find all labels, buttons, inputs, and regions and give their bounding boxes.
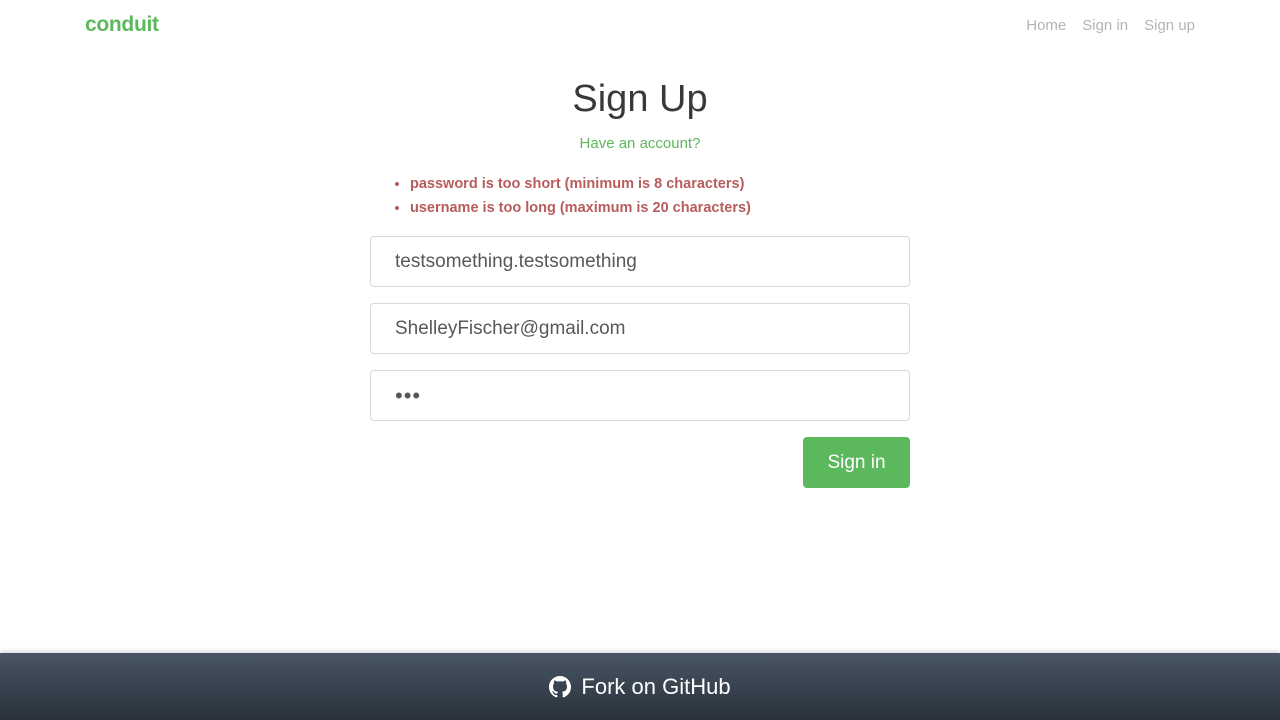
nav-link-sign-up[interactable]: Sign up: [1144, 17, 1195, 34]
github-icon: [549, 675, 572, 698]
brand-logo-link[interactable]: conduit: [85, 13, 159, 37]
nav-links: Home Sign in Sign up: [1026, 17, 1195, 34]
page-title: Sign Up: [572, 78, 708, 120]
nav-link-sign-in[interactable]: Sign in: [1082, 17, 1128, 34]
error-message: username is too long (maximum is 20 char…: [410, 198, 910, 222]
fork-on-github-link[interactable]: Fork on GitHub: [0, 653, 1280, 720]
error-messages: password is too short (minimum is 8 char…: [370, 174, 910, 222]
sign-in-button[interactable]: Sign in: [803, 437, 910, 488]
have-account-link[interactable]: Have an account?: [0, 135, 1280, 152]
navbar: conduit Home Sign in Sign up: [0, 0, 1280, 56]
error-message: password is too short (minimum is 8 char…: [410, 174, 910, 198]
username-input[interactable]: [370, 236, 910, 287]
nav-link-home[interactable]: Home: [1026, 17, 1066, 34]
password-input[interactable]: [370, 370, 910, 421]
footer-text: Fork on GitHub: [581, 673, 731, 699]
email-input[interactable]: [370, 303, 910, 354]
